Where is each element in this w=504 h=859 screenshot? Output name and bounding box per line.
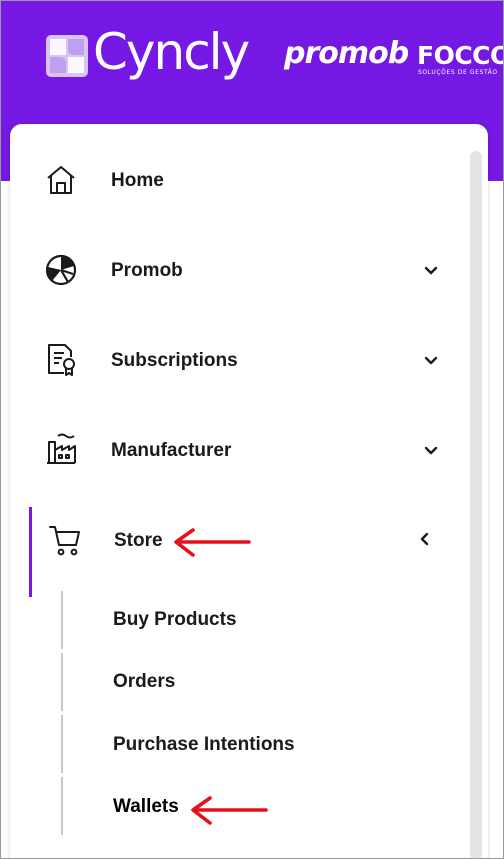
subscription-certificate-icon: [48, 344, 75, 376]
submenu-item-label: Purchase Intentions: [113, 734, 295, 755]
partner-promob-logo: promob: [284, 36, 409, 71]
sidebar-item-label: Promob: [111, 260, 183, 281]
sidebar-item-label: Manufacturer: [111, 440, 232, 461]
annotation-arrow-icon: [174, 528, 251, 557]
chevron-down-icon: [424, 356, 438, 365]
sidebar-item-manufacturer[interactable]: Manufacturer: [10, 405, 470, 495]
chevron-down-icon: [424, 266, 438, 275]
app-window: Cyncly promob FOCCO SOLUÇÕES DE GESTÃO H…: [0, 0, 504, 859]
submenu-item-wallets[interactable]: Wallets: [101, 776, 461, 834]
submenu-item-label: Orders: [113, 671, 176, 692]
shopping-cart-icon: [49, 526, 80, 556]
brand-name: Cyncly: [93, 23, 250, 81]
chevron-left-icon: [420, 532, 429, 546]
sidebar-item-subscriptions[interactable]: Subscriptions: [10, 315, 470, 405]
scrollbar[interactable]: [470, 151, 482, 858]
submenu-item-label: Buy Products: [113, 609, 237, 630]
sidebar-item-label: Store: [114, 530, 163, 551]
sidebar-item-label: Subscriptions: [111, 350, 238, 371]
annotation-arrow-icon: [191, 796, 268, 825]
submenu-item-purchase-intentions[interactable]: Purchase Intentions: [101, 714, 461, 772]
cyncly-logo-icon: [46, 35, 88, 77]
sidebar-item-home[interactable]: Home: [10, 135, 470, 225]
submenu-item-buy-products[interactable]: Buy Products: [101, 590, 461, 648]
sidebar-item-label: Home: [111, 170, 164, 191]
submenu-connector: [61, 591, 63, 649]
partner-focco-logo: FOCCO: [417, 41, 504, 70]
submenu-connector: [61, 715, 63, 773]
chevron-down-icon: [424, 446, 438, 455]
factory-icon: [47, 433, 76, 464]
sidebar-item-promob[interactable]: Promob: [10, 225, 470, 315]
home-icon: [47, 166, 75, 194]
promob-icon: [45, 254, 77, 286]
submenu-connector: [61, 653, 63, 711]
submenu-connector: [61, 777, 63, 835]
submenu-item-label: Wallets: [113, 796, 179, 817]
partner-focco-tagline: SOLUÇÕES DE GESTÃO: [418, 69, 498, 76]
submenu-item-orders[interactable]: Orders: [101, 652, 461, 710]
